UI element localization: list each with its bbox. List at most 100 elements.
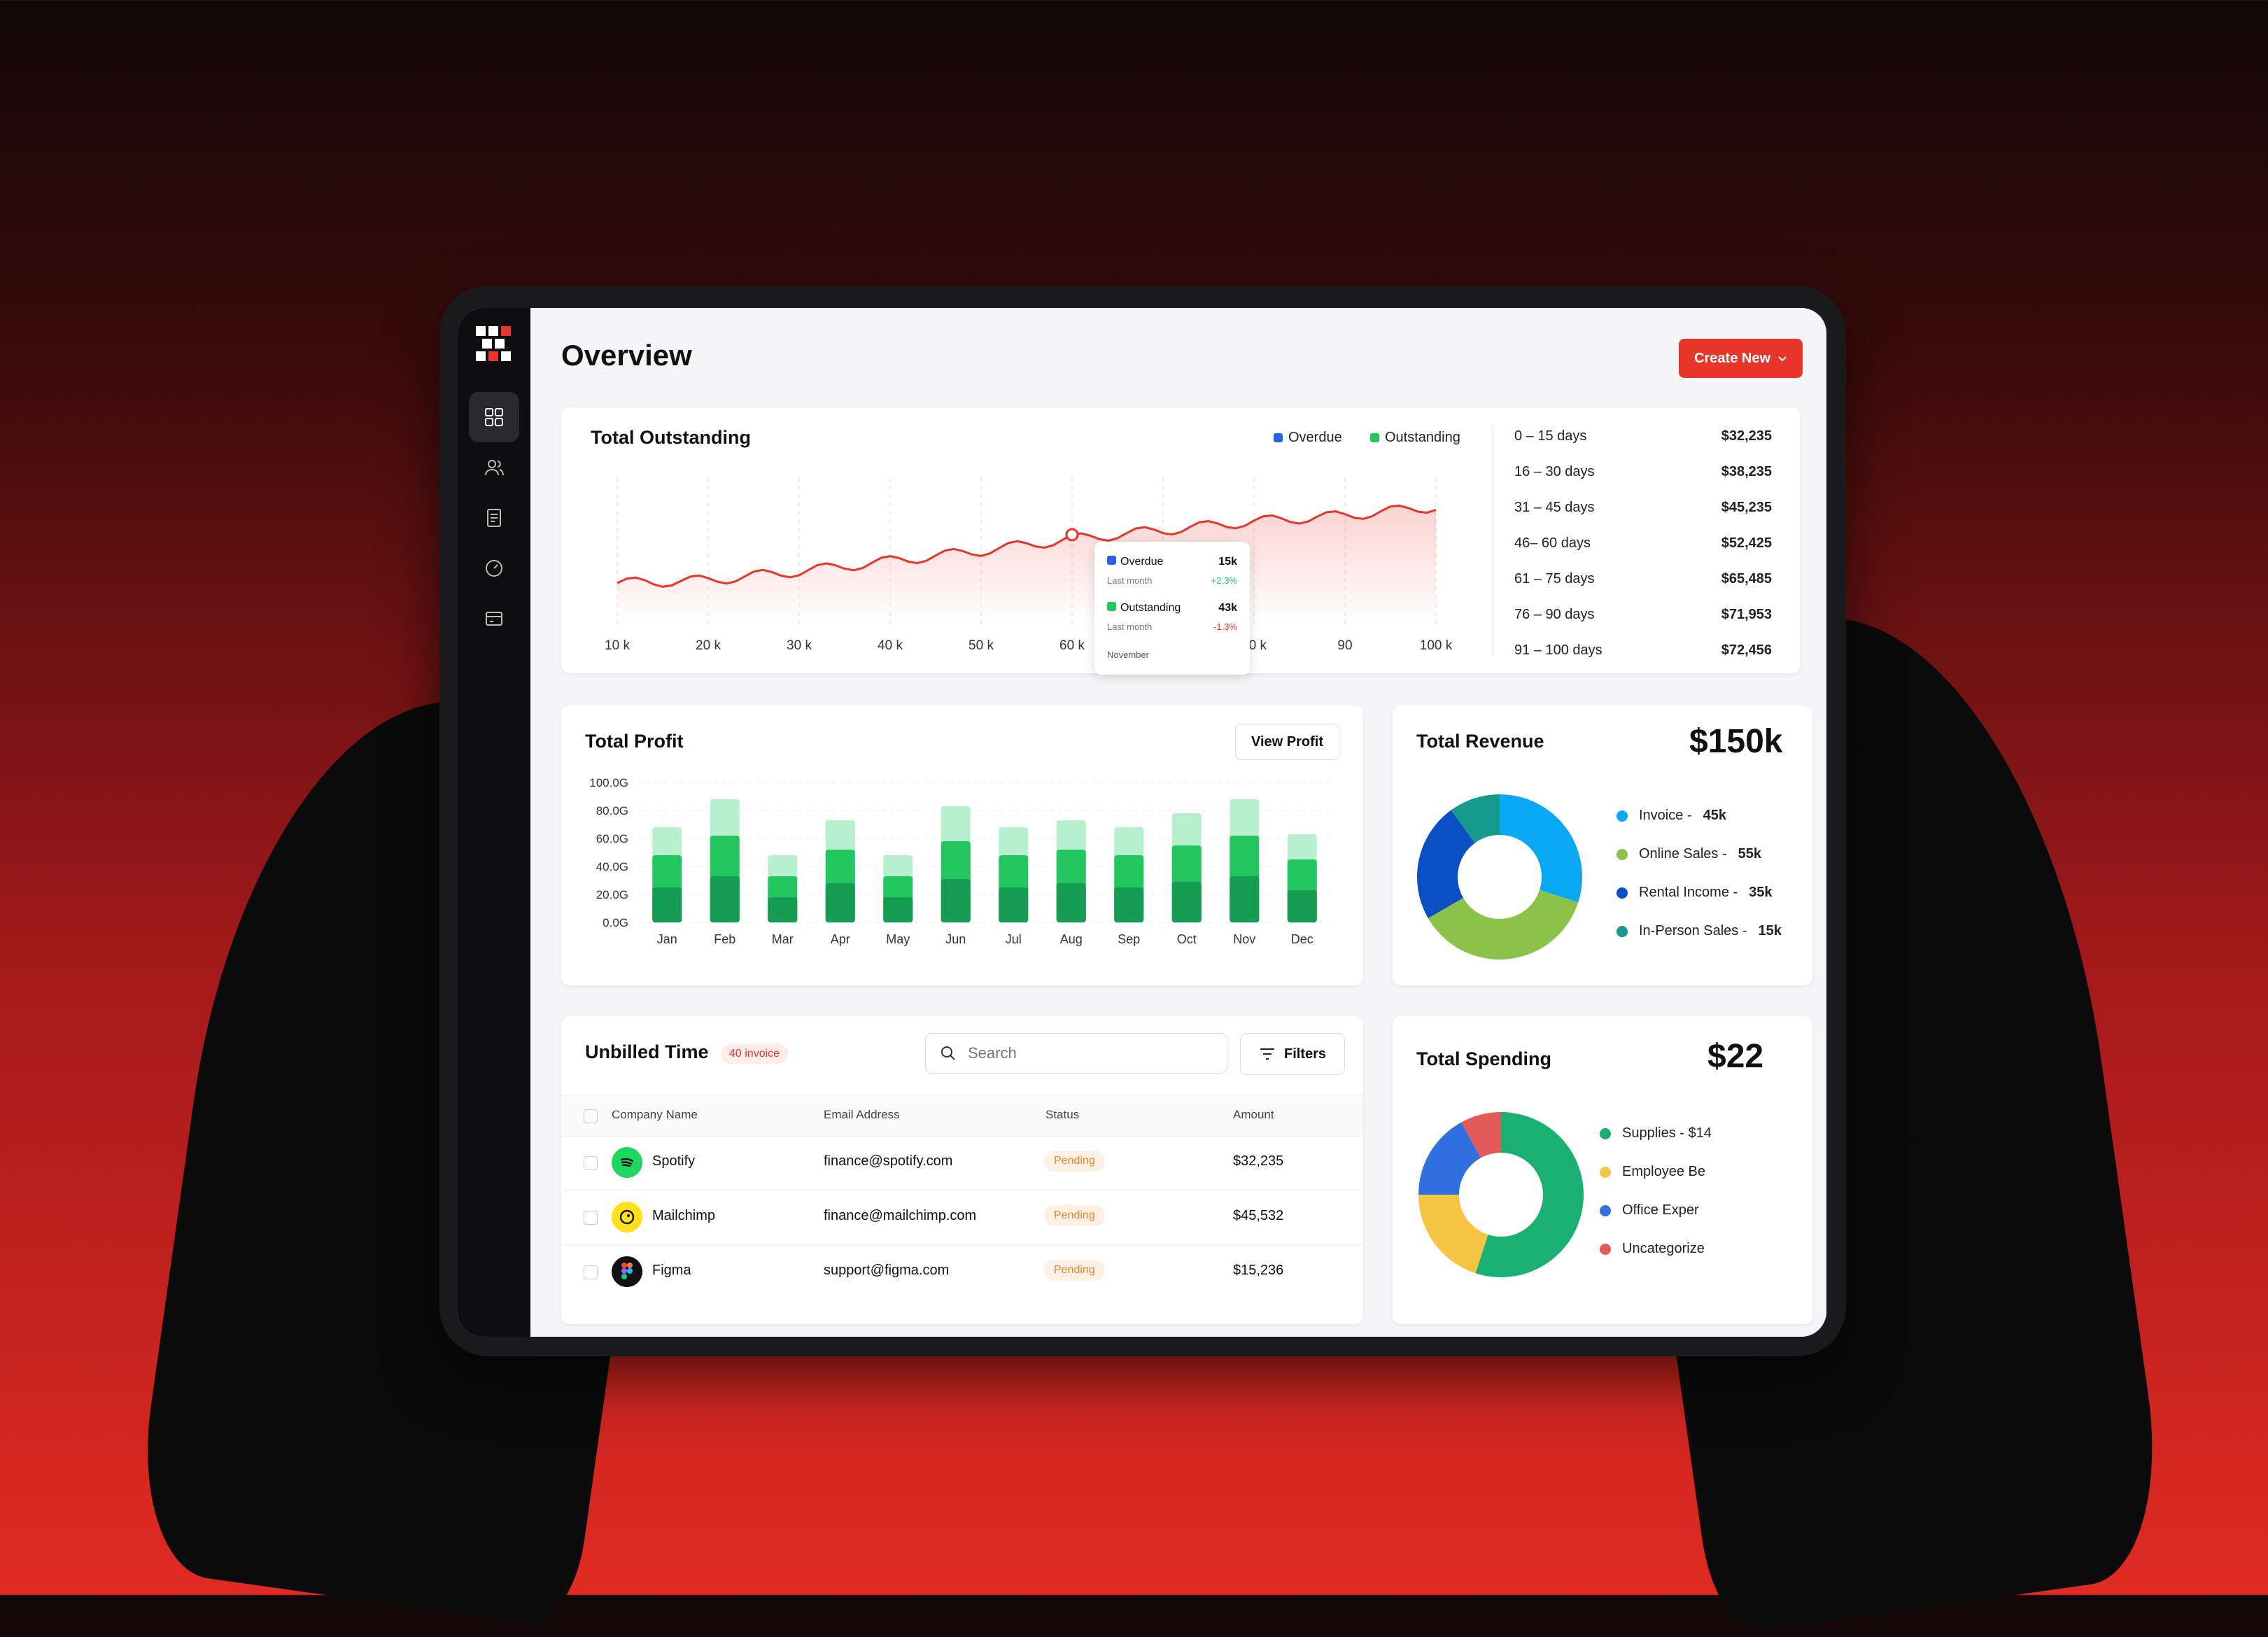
email-address: support@figma.com bbox=[824, 1263, 950, 1278]
unbilled-title: Unbilled Time bbox=[585, 1041, 709, 1062]
revenue-total: $150k bbox=[1689, 723, 1783, 760]
mailchimp-logo-icon bbox=[612, 1202, 642, 1232]
nav-billing[interactable] bbox=[469, 593, 519, 644]
document-icon bbox=[487, 509, 501, 527]
total-outstanding-card: Total Outstanding Overdue Outstanding 10… bbox=[561, 407, 1800, 675]
search-input[interactable] bbox=[966, 1044, 1207, 1063]
nav-dashboard[interactable] bbox=[469, 392, 519, 442]
legend-overdue-label: Overdue bbox=[1288, 430, 1342, 445]
figma-logo-icon bbox=[612, 1256, 642, 1287]
tooltip-overdue-label-wrap: Overdue bbox=[1107, 556, 1163, 568]
x-tick-label: Feb bbox=[714, 932, 735, 946]
x-tick-label: 50 k bbox=[969, 638, 994, 653]
bar-nov-layer-3 bbox=[1230, 876, 1260, 922]
col-company: Company Name bbox=[612, 1108, 698, 1121]
search-icon bbox=[941, 1046, 955, 1060]
table-row[interactable]: Spotify finance@spotify.com Pending $32,… bbox=[561, 1135, 1363, 1190]
row-checkbox[interactable] bbox=[584, 1211, 598, 1225]
bar-jun-layer-3 bbox=[941, 879, 971, 922]
bar-aug-layer-3 bbox=[1056, 883, 1086, 922]
tooltip-month: November bbox=[1107, 649, 1237, 660]
company-name: Spotify bbox=[652, 1153, 696, 1169]
legend-label: Invoice - bbox=[1639, 808, 1692, 823]
total-spending-card: Total Spending $22 Supplies - $14 Employe… bbox=[1393, 1016, 1812, 1324]
spending-total: $22 bbox=[1707, 1038, 1764, 1075]
spending-title: Total Spending bbox=[1416, 1048, 1551, 1069]
bar-jul-layer-3 bbox=[999, 887, 1029, 922]
tooltip-overdue-sublabel: Last month bbox=[1107, 575, 1153, 586]
select-all-checkbox[interactable] bbox=[584, 1109, 598, 1123]
legend-label: Online Sales - bbox=[1639, 846, 1727, 862]
x-tick-label: Mar bbox=[772, 932, 794, 946]
x-tick-label: 30 k bbox=[787, 638, 812, 653]
aging-range: 61 – 75 days bbox=[1514, 571, 1595, 586]
tooltip-overdue-value: 15k bbox=[1218, 556, 1237, 568]
revenue-title: Total Revenue bbox=[1416, 731, 1544, 752]
aging-amount: $32,235 bbox=[1721, 428, 1772, 444]
aging-row: 31 – 45 days $45,235 bbox=[1514, 500, 1772, 516]
y-tick-label: 100.0G bbox=[589, 776, 628, 789]
unbilled-time-card: Unbilled Time 40 invoice Filters Company… bbox=[561, 1016, 1363, 1324]
spotify-logo-icon bbox=[612, 1147, 642, 1178]
main-content: Overview Create New Total Outstanding Ov… bbox=[530, 308, 1826, 1337]
aging-range: 0 – 15 days bbox=[1514, 428, 1587, 444]
tooltip-outstanding-sub: Last month -1.3% bbox=[1107, 621, 1237, 632]
aging-range: 31 – 45 days bbox=[1514, 500, 1595, 515]
aging-amount: $45,235 bbox=[1721, 500, 1772, 515]
legend-dot bbox=[1600, 1127, 1611, 1139]
legend-label: Uncategorize bbox=[1622, 1241, 1705, 1256]
x-tick-label: 40 k bbox=[878, 638, 903, 653]
nav-users[interactable] bbox=[469, 442, 519, 493]
filters-button[interactable]: Filters bbox=[1240, 1033, 1345, 1075]
hover-point[interactable] bbox=[1065, 528, 1079, 542]
bar-sep-layer-3 bbox=[1114, 887, 1144, 922]
invoice-count-badge: 40 invoice bbox=[721, 1044, 789, 1064]
search-box[interactable] bbox=[925, 1033, 1227, 1074]
chart-tooltip: Overdue 15k Last month +2.3% Outstanding… bbox=[1094, 542, 1250, 675]
amount: $32,235 bbox=[1233, 1153, 1284, 1169]
nav-documents[interactable] bbox=[469, 493, 519, 543]
x-tick-label: May bbox=[886, 932, 910, 946]
legend-overdue: Overdue bbox=[1274, 430, 1342, 446]
tooltip-outstanding-sublabel: Last month bbox=[1107, 621, 1153, 632]
legend-dot bbox=[1617, 810, 1628, 822]
view-profit-button[interactable]: View Profit bbox=[1235, 724, 1339, 760]
total-revenue-card: Total Revenue $150k Invoice - 45k Online … bbox=[1393, 705, 1812, 985]
y-tick-label: 40.0G bbox=[596, 860, 628, 873]
aging-amount: $38,235 bbox=[1721, 464, 1772, 479]
x-tick-label: Sep bbox=[1118, 932, 1140, 946]
spending-donut-chart bbox=[1418, 1112, 1584, 1277]
tooltip-overdue-sub: Last month +2.3% bbox=[1107, 575, 1237, 586]
aging-amount: $72,456 bbox=[1721, 642, 1772, 658]
x-tick-label: 20 k bbox=[696, 638, 721, 653]
nav-reports[interactable] bbox=[469, 543, 519, 593]
create-new-button[interactable]: Create New bbox=[1679, 339, 1803, 378]
row-checkbox[interactable] bbox=[584, 1265, 598, 1279]
legend-label: In-Person Sales - bbox=[1639, 923, 1747, 939]
outstanding-line-chart bbox=[617, 477, 1437, 624]
company-name: Mailchimp bbox=[652, 1208, 716, 1223]
brand-logo-icon bbox=[476, 326, 511, 361]
tooltip-outstanding-label-wrap: Outstanding bbox=[1107, 602, 1181, 614]
legend-dot bbox=[1617, 925, 1628, 937]
amount: $45,532 bbox=[1233, 1208, 1284, 1223]
table-row[interactable]: Figma support@figma.com Pending $15,236 bbox=[561, 1244, 1363, 1299]
spending-legend-item: Supplies - $14 bbox=[1600, 1125, 1712, 1141]
aging-range: 76 – 90 days bbox=[1514, 607, 1595, 622]
profit-title: Total Profit bbox=[585, 731, 684, 752]
revenue-legend-item: Online Sales - 55k bbox=[1617, 846, 1761, 862]
page-title: Overview bbox=[561, 339, 692, 372]
legend-outstanding: Outstanding bbox=[1370, 430, 1460, 446]
table-row[interactable]: Mailchimp finance@mailchimp.com Pending … bbox=[561, 1190, 1363, 1245]
legend-dot bbox=[1600, 1243, 1611, 1255]
y-tick-label: 60.0G bbox=[596, 832, 628, 845]
company-name: Figma bbox=[652, 1263, 691, 1278]
tooltip-overdue-change: +2.3% bbox=[1211, 575, 1237, 586]
tooltip-outstanding-change: -1.3% bbox=[1213, 621, 1237, 632]
col-amount: Amount bbox=[1233, 1108, 1274, 1121]
filters-label: Filters bbox=[1283, 1046, 1327, 1062]
outstanding-title: Total Outstanding bbox=[591, 427, 751, 448]
legend-dot bbox=[1617, 848, 1628, 860]
tooltip-month-label: November bbox=[1107, 649, 1149, 660]
row-checkbox[interactable] bbox=[584, 1156, 598, 1170]
